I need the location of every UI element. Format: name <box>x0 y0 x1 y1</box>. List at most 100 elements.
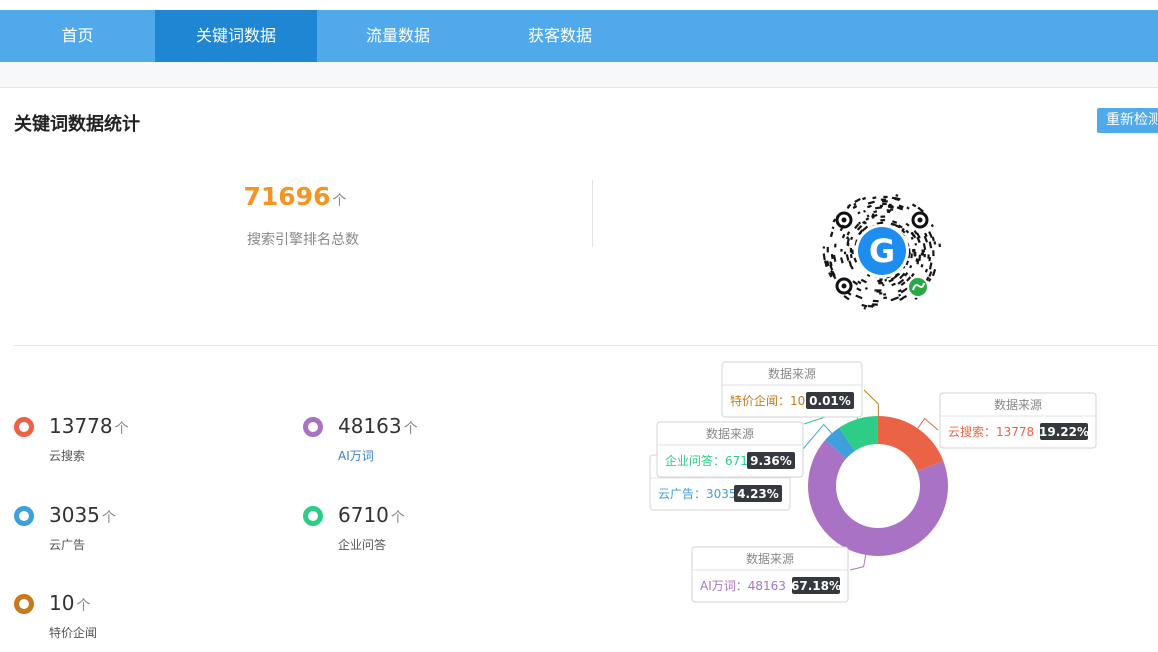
qr-module <box>899 272 906 280</box>
qr-module <box>920 252 923 256</box>
qr-module <box>918 254 922 261</box>
stat-value: 3035 个 <box>49 503 116 527</box>
data-source-tooltip-0: 数据来源云搜索：13778 19.22% <box>939 392 1097 449</box>
qr-module <box>910 272 915 278</box>
tooltip-percent: 19.22% <box>1039 425 1089 439</box>
stat-value: 13778 个 <box>49 414 129 438</box>
qr-module <box>857 211 861 215</box>
horizontal-divider <box>14 345 1158 346</box>
qr-module <box>843 295 850 301</box>
tooltip-title: 数据来源 <box>994 397 1042 412</box>
qr-module <box>913 252 916 257</box>
qr-module <box>851 249 854 255</box>
qr-module <box>931 268 937 277</box>
sub-header-strip <box>0 62 1158 88</box>
qr-module <box>822 246 826 249</box>
qr-module <box>883 296 888 300</box>
label-line-0 <box>917 417 939 431</box>
qr-module <box>843 251 847 255</box>
nav-tab-customer-data[interactable]: 获客数据 <box>479 10 641 62</box>
qr-module <box>888 203 892 207</box>
qr-module <box>829 264 834 271</box>
stat-ai-words: 48163 个 AI万词 <box>303 414 503 464</box>
qr-module <box>852 280 859 286</box>
stat-label: 云搜索 <box>49 449 86 463</box>
stat-value: 10 个 <box>49 591 91 615</box>
donut-hole <box>836 444 920 528</box>
qr-module <box>829 233 833 238</box>
qr-module <box>923 253 926 258</box>
qr-module <box>855 294 863 300</box>
total-ranking-label: 搜索引擎排名总数 <box>247 232 359 248</box>
qr-module <box>928 231 933 238</box>
qr-module <box>862 196 867 201</box>
total-ranking-number: 71696 <box>243 182 331 211</box>
qr-module <box>864 287 868 290</box>
qr-module <box>910 236 914 240</box>
qr-module <box>920 264 924 268</box>
qr-module <box>882 200 888 203</box>
qr-module <box>882 283 885 287</box>
qr-module <box>905 229 910 234</box>
qr-module <box>930 224 934 228</box>
qr-module <box>884 278 887 282</box>
legend-ring-icon <box>303 417 323 437</box>
qr-module <box>866 214 870 218</box>
nav-tab-traffic-data[interactable]: 流量数据 <box>317 10 479 62</box>
qr-module <box>856 287 862 292</box>
top-nav-bar: 首页 关键词数据 流量数据 获客数据 <box>0 10 1158 62</box>
qr-module <box>861 303 868 308</box>
nav-tab-home[interactable]: 首页 <box>0 10 155 62</box>
data-source-tooltip-4: 数据来源特价企闻：10 0.01% <box>721 361 863 418</box>
qr-module <box>911 203 917 208</box>
qr-module <box>928 256 932 262</box>
qr-module <box>910 253 913 259</box>
qr-module <box>866 204 872 209</box>
stat-special-news: 10 个 特价企闻 <box>14 591 214 641</box>
data-source-donut-chart: 数据来源云搜索：1377819.22%数据来源AI万词：4816367.18%数… <box>649 361 1097 603</box>
qr-module <box>834 243 837 248</box>
qr-module <box>928 241 933 249</box>
qr-module <box>840 248 843 252</box>
stat-cloud-ads: 3035 个 云广告 <box>14 503 214 553</box>
qr-module <box>872 299 879 303</box>
tooltip-percent: 67.18% <box>791 579 841 593</box>
qr-module <box>924 268 929 273</box>
stat-label-link[interactable]: AI万词 <box>338 447 374 464</box>
qr-module <box>874 289 882 292</box>
qr-module <box>909 264 913 269</box>
qr-logo-letter: G <box>869 232 895 270</box>
qr-module <box>831 226 835 230</box>
tooltip-label: 企业问答：6710 <box>665 453 756 468</box>
qr-module <box>879 292 883 295</box>
qr-module <box>878 281 882 285</box>
stat-label: 云广告 <box>49 538 86 552</box>
qr-module <box>906 206 910 210</box>
tooltip-title: 数据来源 <box>746 551 794 566</box>
label-line-4 <box>863 389 879 417</box>
qr-module <box>895 194 899 197</box>
tooltip-label: 云广告：3035 <box>658 487 737 501</box>
qr-module <box>840 257 844 264</box>
vertical-divider <box>592 180 593 247</box>
qr-module <box>865 217 870 221</box>
data-source-tooltip-3: 数据来源企业问答：67109.36% <box>656 421 804 478</box>
qr-module <box>922 243 927 251</box>
nav-tab-keyword-data[interactable]: 关键词数据 <box>155 10 317 62</box>
stat-label: 特价企闻 <box>49 626 98 640</box>
qr-module <box>880 218 886 222</box>
qr-module <box>863 306 867 310</box>
qr-module <box>846 231 851 236</box>
qr-module <box>891 282 896 287</box>
stat-cloud-search: 13778 个 云搜索 <box>14 414 214 464</box>
tooltip-label: AI万词：48163 <box>700 579 786 593</box>
qr-module <box>863 209 866 213</box>
legend-ring-icon <box>14 417 34 437</box>
legend-ring-icon <box>14 594 34 614</box>
qr-module <box>873 210 878 214</box>
qr-module <box>850 236 854 241</box>
qr-module <box>841 233 846 239</box>
qr-module <box>932 250 935 257</box>
recheck-button[interactable]: 重新检测 <box>1097 108 1158 133</box>
tooltip-label: 云搜索：13778 <box>948 424 1034 439</box>
